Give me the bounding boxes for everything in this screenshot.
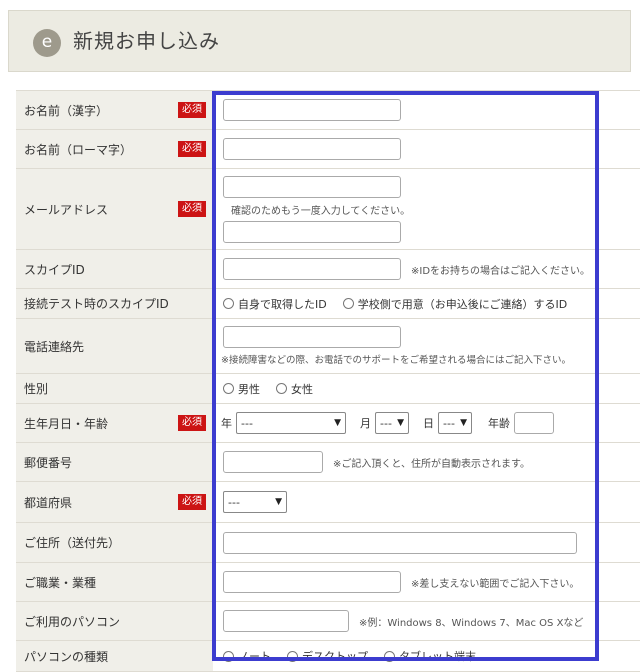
application-form: お名前（漢字） 必須 お名前（ローマ字） 必須 メールアドレス 必須 確認のため… [16, 90, 640, 672]
age-label: 年齢 [488, 417, 510, 430]
row-email: メールアドレス 必須 確認のためもう一度入力してください。 [16, 169, 640, 250]
row-birth: 生年月日・年齢 必須 年 --- ▼ 月 --- ▼ 日 --- ▼ 年齢 [16, 404, 640, 443]
radio-icon [384, 650, 395, 662]
pc-note: ※例：Windows 8、Windows 7、Mac OS Xなど [359, 617, 584, 629]
radio-tablet[interactable]: タブレット端末 [384, 648, 476, 664]
radio-icon [223, 383, 234, 394]
required-badge: 必須 [178, 102, 206, 118]
chevron-down-icon: ▼ [334, 418, 341, 428]
radio-male[interactable]: 男性 [223, 381, 260, 397]
section-icon: e [33, 29, 61, 57]
postal-note: ※ご記入頂くと、住所が自動表示されます。 [333, 458, 530, 470]
name-roman-input[interactable] [223, 138, 401, 160]
pc-label: ご利用のパソコン [24, 614, 121, 629]
pc-input[interactable] [223, 610, 349, 632]
address-label: ご住所（送付先） [24, 536, 121, 550]
chevron-down-icon: ▼ [275, 497, 282, 507]
row-occupation: ご職業・業種 ※差し支えない範囲でご記入下さい。 [16, 563, 640, 602]
year-select[interactable]: --- ▼ [236, 412, 346, 434]
address-input[interactable] [223, 531, 577, 554]
required-badge: 必須 [178, 494, 206, 510]
name-roman-label: お名前（ローマ字） [24, 142, 133, 157]
skype-note: ※IDをお持ちの場合はご記入ください。 [411, 265, 591, 277]
skype-input[interactable] [223, 258, 401, 280]
email-confirm-input[interactable] [223, 220, 401, 243]
email-label: メールアドレス [24, 202, 109, 217]
birth-label: 生年月日・年齢 [24, 416, 109, 431]
phone-label: 電話連絡先 [24, 339, 85, 354]
age-input[interactable] [514, 412, 554, 434]
row-name-kanji: お名前（漢字） 必須 [16, 91, 640, 130]
pc-type-label: パソコンの種類 [24, 649, 109, 664]
radio-female[interactable]: 女性 [276, 381, 313, 397]
year-label: 年 [221, 417, 232, 430]
phone-note: ※接続障害などの際、お電話でのサポートをご希望される場合にはご記入下さい。 [221, 355, 571, 366]
radio-icon [287, 650, 298, 662]
phone-input[interactable] [223, 326, 401, 348]
occupation-label: ご職業・業種 [24, 575, 97, 590]
radio-desktop[interactable]: デスクトップ [287, 648, 368, 664]
postal-label: 郵便番号 [24, 455, 73, 470]
skype-label: スカイプID [24, 262, 85, 277]
row-postal: 郵便番号 ※ご記入頂くと、住所が自動表示されます。 [16, 443, 640, 482]
row-skype-test: 接続テスト時のスカイプID 自身で取得したID 学校側で用意（お申込後にご連絡）… [16, 289, 640, 319]
page-header: e 新規お申し込み [8, 10, 631, 72]
radio-icon [223, 650, 234, 662]
email-input[interactable] [223, 175, 401, 198]
month-label: 月 [360, 417, 371, 430]
row-pc: ご利用のパソコン ※例：Windows 8、Windows 7、Mac OS X… [16, 602, 640, 641]
radio-own-id[interactable]: 自身で取得したID [223, 296, 327, 312]
required-badge: 必須 [178, 415, 206, 431]
prefecture-select[interactable]: --- ▼ [223, 491, 287, 513]
radio-icon [276, 383, 287, 394]
gender-label: 性別 [24, 382, 49, 396]
prefecture-label: 都道府県 [24, 495, 73, 510]
required-badge: 必須 [178, 201, 206, 217]
row-gender: 性別 男性 女性 [16, 374, 640, 404]
occupation-note: ※差し支えない範囲でご記入下さい。 [411, 578, 580, 590]
radio-icon [342, 298, 354, 309]
row-pc-type: パソコンの種類 ノート デスクトップ タブレット端末 [16, 641, 640, 672]
page-title: 新規お申し込み [73, 29, 220, 53]
chevron-down-icon: ▼ [397, 418, 404, 428]
row-prefecture: 都道府県 必須 --- ▼ [16, 482, 640, 523]
skype-test-label: 接続テスト時のスカイプID [24, 297, 169, 311]
radio-notebook[interactable]: ノート [223, 648, 271, 664]
radio-icon [223, 298, 234, 309]
row-phone: 電話連絡先 ※接続障害などの際、お電話でのサポートをご希望される場合にはご記入下… [16, 319, 640, 374]
name-kanji-label: お名前（漢字） [24, 103, 109, 118]
row-name-roman: お名前（ローマ字） 必須 [16, 130, 640, 169]
name-kanji-input[interactable] [223, 99, 401, 121]
row-skype: スカイプID ※IDをお持ちの場合はご記入ください。 [16, 250, 640, 289]
day-label: 日 [423, 417, 434, 430]
month-select[interactable]: --- ▼ [375, 412, 409, 434]
row-address: ご住所（送付先） [16, 523, 640, 563]
email-confirm-note: 確認のためもう一度入力してください。 [231, 205, 411, 217]
postal-input[interactable] [223, 451, 323, 473]
radio-school-id[interactable]: 学校側で用意（お申込後にご連絡）するID [342, 296, 567, 312]
chevron-down-icon: ▼ [460, 418, 467, 428]
occupation-input[interactable] [223, 571, 401, 593]
day-select[interactable]: --- ▼ [438, 412, 472, 434]
required-badge: 必須 [178, 141, 206, 157]
